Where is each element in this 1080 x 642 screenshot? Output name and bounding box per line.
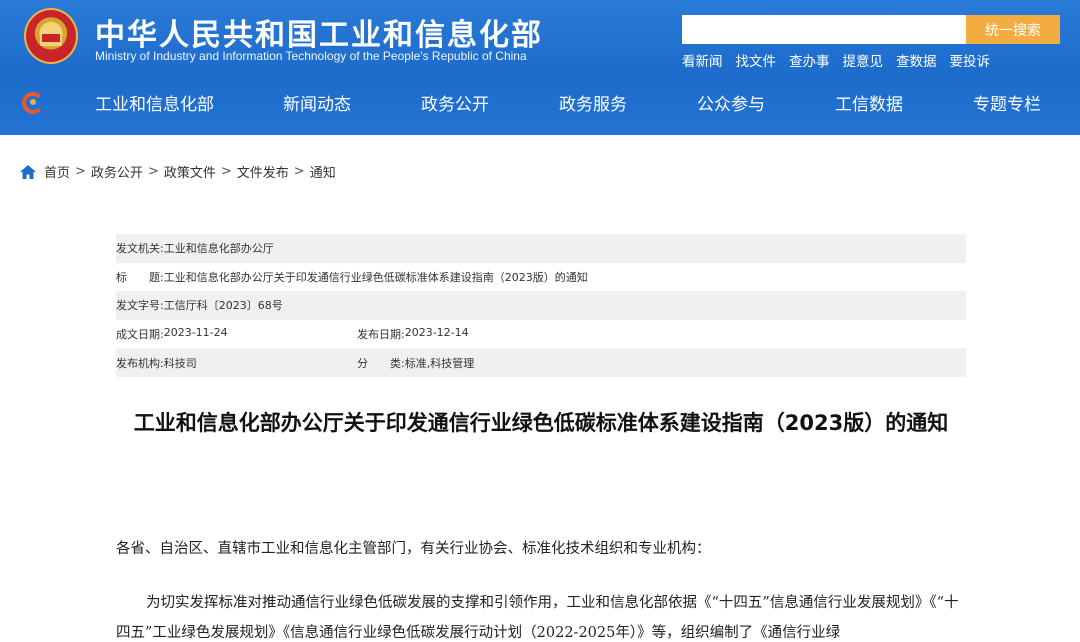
info-row-doc-no: 发文字号: 工信厅科〔2023〕68号 (116, 291, 966, 320)
issuer-label: 发文机关: (116, 242, 164, 256)
nav-item-public-participation[interactable]: 公众参与 (697, 90, 765, 115)
document-info-table: 发文机关: 工业和信息化部办公厅 标 题: 工业和信息化部办公厅关于印发通信行业… (116, 234, 966, 377)
category-label: 分 类: (357, 356, 405, 370)
breadcrumb-separator: > (220, 164, 232, 179)
home-icon[interactable] (20, 164, 36, 179)
created-date-value: 2023-11-24 (163, 326, 228, 340)
breadcrumb-separator: > (147, 164, 159, 179)
miit-logo-icon[interactable] (22, 92, 44, 114)
breadcrumb-gov-affairs[interactable]: 政务公开 (91, 162, 143, 181)
search-input[interactable] (682, 15, 966, 44)
info-row-issuer: 发文机关: 工业和信息化部办公厅 (116, 234, 966, 263)
quick-link-news[interactable]: 看新闻 (682, 50, 723, 70)
doc-no-label: 发文字号: (116, 299, 164, 313)
nav-item-news[interactable]: 新闻动态 (283, 90, 351, 115)
published-date-label: 发布日期: (357, 328, 405, 342)
breadcrumb-separator: > (75, 164, 86, 179)
nav-item-gov-affairs[interactable]: 政务公开 (421, 90, 489, 115)
info-row-title: 标 题: 工业和信息化部办公厅关于印发通信行业绿色低碳标准体系建设指南（2023… (116, 263, 966, 292)
quick-link-data[interactable]: 查数据 (896, 50, 937, 70)
ministry-name-en: Ministry of Industry and Information Tec… (95, 49, 527, 63)
breadcrumb-doc-release[interactable]: 文件发布 (237, 162, 289, 181)
title-value: 工业和信息化部办公厅关于印发通信行业绿色低碳标准体系建设指南（2023版）的通知 (163, 270, 588, 284)
info-row-org: 发布机构: 科技司 分 类: 标准,科技管理 (116, 348, 966, 377)
nav-item-ministry[interactable]: 工业和信息化部 (95, 90, 214, 115)
category-value: 标准,科技管理 (404, 356, 475, 370)
title-label: 标 题: (116, 270, 164, 284)
breadcrumb-separator: > (293, 164, 305, 179)
quick-link-files[interactable]: 找文件 (736, 50, 777, 70)
issuer-value: 工业和信息化部办公厅 (163, 242, 274, 256)
org-value: 科技司 (163, 356, 197, 370)
ministry-name-cn: 中华人民共和国工业和信息化部 (95, 18, 543, 53)
nav-item-data[interactable]: 工信数据 (835, 90, 903, 115)
info-row-dates: 成文日期: 2023-11-24 发布日期: 2023-12-14 (116, 320, 966, 349)
nav-item-topics[interactable]: 专题专栏 (973, 90, 1041, 115)
breadcrumb-notice[interactable]: 通知 (310, 162, 336, 181)
org-label: 发布机构: (116, 356, 164, 370)
breadcrumb-home[interactable]: 首页 (44, 162, 70, 181)
national-emblem-icon: ★ (24, 8, 78, 64)
quick-links: 看新闻 找文件 查办事 提意见 查数据 要投诉 (682, 50, 990, 70)
breadcrumb-policy-docs[interactable]: 政策文件 (164, 162, 216, 181)
quick-link-services[interactable]: 查办事 (789, 50, 830, 70)
article-paragraph: 为切实发挥标准对推动通信行业绿色低碳发展的支撑和引领作用，工业和信息化部依据《“… (116, 595, 959, 641)
breadcrumb: 首页 > 政务公开 > 政策文件 > 文件发布 > 通知 (20, 162, 336, 181)
search-button[interactable]: 统一搜索 (966, 15, 1060, 44)
site-header: ★ 中华人民共和国工业和信息化部 Ministry of Industry an… (0, 0, 1080, 135)
quick-link-complaint[interactable]: 要投诉 (950, 50, 991, 70)
article-title: 工业和信息化部办公厅关于印发通信行业绿色低碳标准体系建设指南（2023版）的通知 (133, 411, 949, 435)
doc-no-value: 工信厅科〔2023〕68号 (163, 299, 283, 313)
article-salutation: 各省、自治区、直辖市工业和信息化主管部门，有关行业协会、标准化技术组织和专业机构… (116, 541, 711, 557)
quick-link-feedback[interactable]: 提意见 (843, 50, 884, 70)
nav-item-gov-services[interactable]: 政务服务 (559, 90, 627, 115)
published-date-value: 2023-12-14 (404, 326, 469, 340)
main-nav: 工业和信息化部 新闻动态 政务公开 政务服务 公众参与 工信数据 专题专栏 (0, 82, 1080, 124)
created-date-label: 成文日期: (116, 328, 164, 342)
